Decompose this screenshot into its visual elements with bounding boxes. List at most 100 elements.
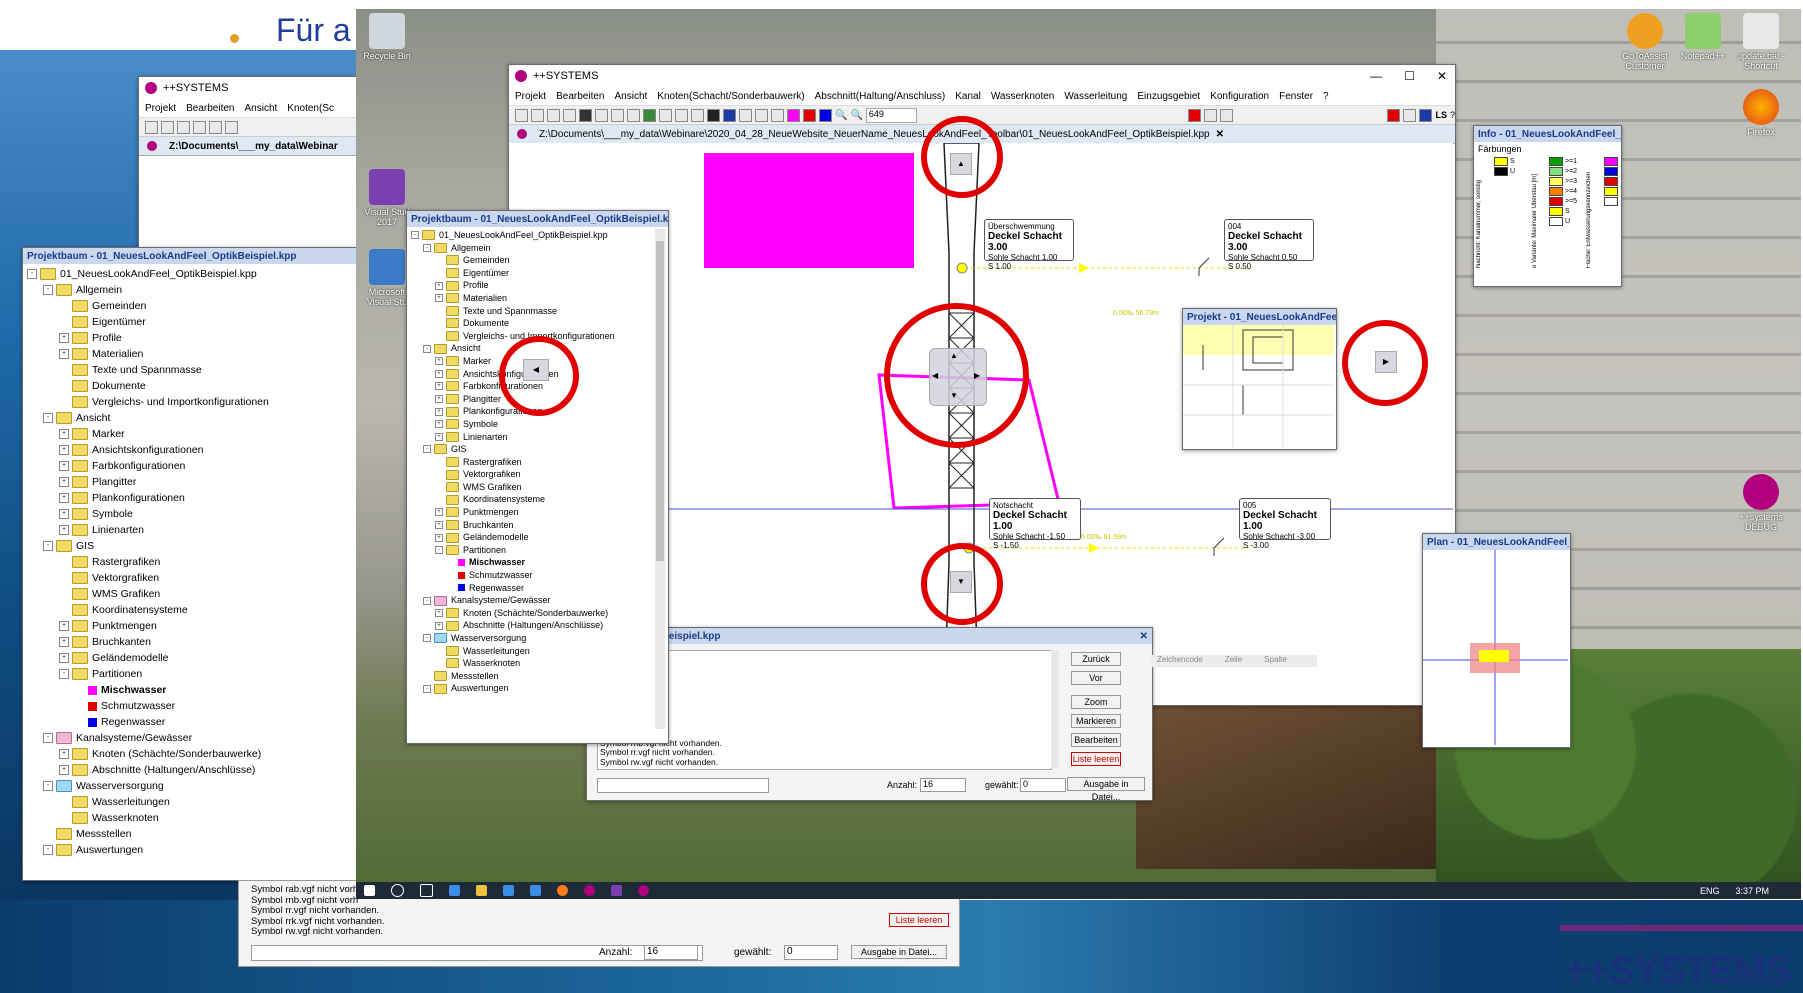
menu-item[interactable]: Wasserknoten (991, 91, 1055, 102)
tree-item[interactable]: - Auswertungen (27, 842, 357, 858)
tree-item[interactable]: Messstellen (411, 670, 651, 683)
back-window-titlebar[interactable]: ++SYSTEMS (139, 77, 371, 99)
column-header[interactable]: Spalte (1264, 655, 1287, 667)
tree-item[interactable]: - Partitionen (27, 666, 357, 682)
log-action-button[interactable]: Zoom (1071, 695, 1121, 709)
start-icon[interactable] (364, 885, 375, 896)
tree-item[interactable]: Wasserleitungen (411, 645, 651, 658)
back-document-tab[interactable]: Z:\Documents\___my_data\Webinar (139, 137, 371, 156)
collapse-icon[interactable]: - (435, 546, 443, 555)
tree-item[interactable]: - GIS (27, 538, 357, 554)
shaft-label-n1[interactable]: Überschwemmung Deckel Schacht 3.00 Sohle… (984, 219, 1074, 271)
clock[interactable]: 3:37 PM (1735, 886, 1769, 896)
column-header[interactable]: Zeile (1225, 655, 1242, 667)
expand-icon[interactable]: + (435, 357, 443, 366)
menu-item[interactable]: Abschnitt(Haltung/Anschluss) (815, 91, 946, 102)
expand-icon[interactable]: + (59, 477, 69, 487)
tree-item[interactable]: + Farbkonfigurationen (27, 458, 357, 474)
collapse-icon[interactable]: - (43, 845, 53, 855)
update-bat-desktop-icon[interactable]: update.bat - Shortcut (1732, 13, 1790, 71)
tree-item[interactable]: Texte und Spannmasse (411, 305, 651, 318)
expand-icon[interactable]: + (59, 429, 69, 439)
projekt-overview-panel[interactable]: Projekt - 01_NeuesLookAndFeel_...✕ (1182, 308, 1337, 450)
systems-debug-desktop-icon[interactable]: ++systems DEBUG (1732, 474, 1790, 532)
open-icon[interactable] (531, 108, 544, 122)
back-app-window[interactable]: ++SYSTEMS Projekt Bearbeiten Ansicht Knoten… (138, 76, 372, 248)
close-icon[interactable]: ✕ (1437, 69, 1447, 83)
tree-item[interactable]: WMS Grafiken (411, 481, 651, 494)
tool-icon[interactable] (1403, 108, 1417, 122)
tree-item[interactable]: - Ansicht (27, 410, 357, 426)
tree-item[interactable]: + Bruchkanten (27, 634, 357, 650)
expand-icon[interactable]: + (435, 432, 443, 441)
ls-button[interactable]: LS (1435, 110, 1447, 120)
tree-item[interactable]: WMS Grafiken (27, 586, 357, 602)
firefox-taskbar-icon[interactable] (557, 885, 568, 896)
collapse-icon[interactable]: - (423, 634, 431, 643)
tree-item[interactable]: Rastergrafiken (411, 456, 651, 469)
expand-icon[interactable]: + (59, 509, 69, 519)
tree-item[interactable]: + Abschnitte (Haltungen/Anschlüsse) (27, 762, 357, 778)
tree-item[interactable]: + Punktmengen (411, 506, 651, 519)
visual-studio-taskbar-icon[interactable] (611, 885, 622, 896)
close-tab-icon[interactable]: ✕ (1216, 129, 1224, 140)
tree-scrollbar[interactable] (655, 229, 665, 729)
help-icon[interactable]: ? (1450, 110, 1455, 120)
zoom-out-icon[interactable]: 🔍 (850, 110, 862, 121)
collapse-icon[interactable]: - (43, 285, 53, 295)
tree-item[interactable]: - Wasserversorgung (411, 632, 651, 645)
tree-item[interactable]: + Ansichtskonfigurationen (27, 442, 357, 458)
menu-item[interactable]: Kanal (955, 91, 981, 102)
menu-item[interactable]: Projekt (515, 91, 546, 102)
expand-icon[interactable]: + (59, 525, 69, 535)
tree-item[interactable]: Koordinatensysteme (411, 493, 651, 506)
log-window[interactable]: AndFeel_OptikBeispiel.kpp✕ nden.nden.nde… (586, 627, 1153, 801)
magenta-color-icon[interactable] (787, 108, 800, 122)
tree-item[interactable]: - GIS (411, 443, 651, 456)
collapse-icon[interactable]: - (423, 344, 431, 353)
collapse-icon[interactable]: - (43, 781, 53, 791)
edge-icon[interactable] (449, 885, 460, 896)
print-icon[interactable] (209, 120, 222, 134)
collapse-icon[interactable]: - (43, 541, 53, 551)
tree-item[interactable]: + Abschnitte (Haltungen/Anschlüsse) (411, 619, 651, 632)
expand-icon[interactable]: + (435, 407, 443, 416)
tree-item[interactable]: + Linienarten (27, 522, 357, 538)
collapse-icon[interactable]: - (423, 243, 431, 252)
tree-item[interactable]: - 01_NeuesLookAndFeel_OptikBeispiel.kpp (27, 266, 357, 282)
menu-item[interactable]: Ansicht (245, 103, 278, 114)
log-action-button[interactable]: Zurück (1071, 652, 1121, 666)
expand-icon[interactable]: + (435, 369, 443, 378)
menu-item[interactable]: Konfiguration (1210, 91, 1269, 102)
expand-icon[interactable]: + (59, 493, 69, 503)
language-indicator[interactable]: ENG (1700, 886, 1720, 896)
tree-item[interactable]: - Kanalsysteme/Gewässer (411, 594, 651, 607)
shaft-label-n2[interactable]: 004 Deckel Schacht 3.00 Sohle Schacht 0.… (1224, 219, 1314, 271)
open-icon[interactable] (515, 108, 528, 122)
main-window-titlebar[interactable]: ++SYSTEMS — ☐ ✕ (509, 65, 1455, 87)
tree-item[interactable]: - Partitionen (411, 544, 651, 557)
tree-item[interactable]: Regenwasser (411, 582, 651, 595)
back-clear-list-button[interactable]: Liste leeren (889, 913, 949, 927)
expand-icon[interactable]: + (435, 609, 443, 618)
tree-item[interactable]: - Kanalsysteme/Gewässer (27, 730, 357, 746)
menu-item[interactable]: Projekt (145, 103, 176, 114)
export-button[interactable]: Ausgabe in Datei... (1067, 777, 1145, 800)
menu-item[interactable]: Bearbeiten (556, 91, 604, 102)
print-icon[interactable] (659, 108, 672, 122)
expand-icon[interactable]: + (435, 420, 443, 429)
delete-icon[interactable] (1188, 108, 1202, 122)
tree-item[interactable]: Messstellen (27, 826, 357, 842)
collapse-icon[interactable]: - (27, 269, 37, 279)
store-icon[interactable] (503, 885, 514, 896)
tree-item[interactable]: + Profile (27, 330, 357, 346)
back-gewaehlt-field[interactable]: 0 (784, 945, 838, 960)
text-icon[interactable] (739, 108, 752, 122)
expand-icon[interactable]: + (435, 508, 443, 517)
tree-item[interactable]: Rastergrafiken (27, 554, 357, 570)
mail-icon[interactable] (530, 885, 541, 896)
tree-item[interactable]: Dokumente (27, 378, 357, 394)
info-panel[interactable]: Info - 01_NeuesLookAndFeel_Op...✕ Färbun… (1473, 125, 1622, 287)
tree-item[interactable]: + Materialien (27, 346, 357, 362)
open-icon[interactable] (161, 120, 174, 134)
